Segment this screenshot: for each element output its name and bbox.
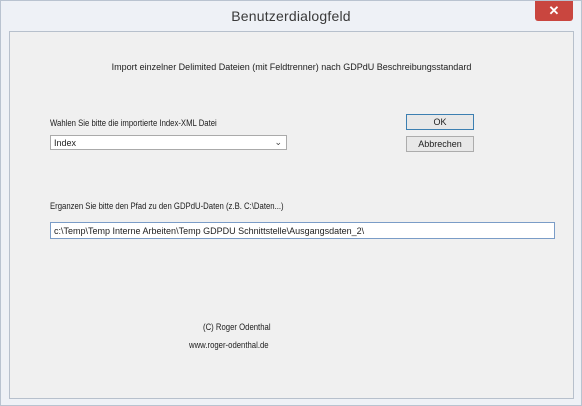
cancel-button[interactable]: Abbrechen: [406, 136, 474, 152]
index-label: Wahlen Sie bitte die importierte Index-X…: [50, 118, 217, 128]
index-dropdown-value: Index: [54, 138, 77, 148]
copyright-text: (C) Roger Odenthal: [203, 322, 271, 332]
path-input-value: c:\Temp\Temp Interne Arbeiten\Temp GDPDU…: [54, 226, 365, 236]
dialog-window: Benutzerdialogfeld ✕ Import einzelner De…: [0, 0, 582, 406]
path-label: Erganzen Sie bitte den Pfad zu den GDPdU…: [50, 201, 284, 211]
dialog-client-area: Import einzelner Delimited Dateien (mit …: [9, 31, 574, 399]
dialog-heading: Import einzelner Delimited Dateien (mit …: [111, 62, 472, 72]
path-input[interactable]: c:\Temp\Temp Interne Arbeiten\Temp GDPDU…: [50, 222, 555, 239]
index-dropdown[interactable]: Index ⌄: [50, 135, 287, 150]
title-bar[interactable]: Benutzerdialogfeld ✕: [1, 1, 581, 29]
website-text: www.roger-odenthal.de: [189, 340, 269, 350]
window-title: Benutzerdialogfeld: [231, 8, 351, 24]
ok-button[interactable]: OK: [406, 114, 474, 130]
close-button[interactable]: ✕: [535, 1, 573, 21]
close-icon: ✕: [548, 3, 560, 18]
chevron-down-icon[interactable]: ⌄: [274, 137, 282, 148]
